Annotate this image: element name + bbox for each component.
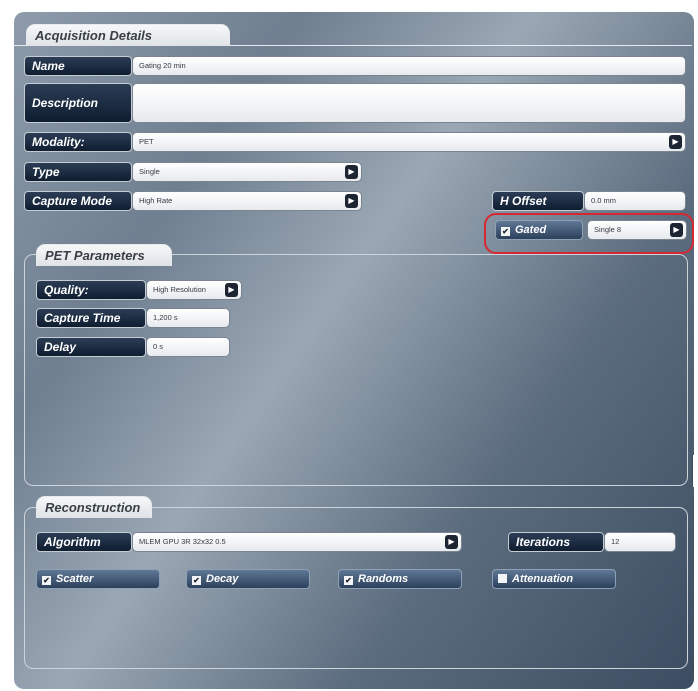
dropdown-arrow-icon[interactable]: ▶ xyxy=(670,223,683,237)
capture-mode-select[interactable]: High Rate ▶ xyxy=(132,191,362,211)
algorithm-select[interactable]: MLEM GPU 3R 32x32 0.5 ▶ xyxy=(132,532,462,552)
modality-label: Modality: xyxy=(24,132,132,152)
name-label: Name xyxy=(24,56,132,76)
decay-checkbox[interactable]: ✔ Decay xyxy=(186,569,310,589)
iterations-label: Iterations xyxy=(508,532,604,552)
capture-mode-value: High Rate xyxy=(139,196,173,205)
randoms-label: Randoms xyxy=(358,573,409,585)
capture-time-label: Capture Time xyxy=(36,308,146,328)
capture-time-field[interactable]: 1,200 s xyxy=(146,308,230,328)
scatter-checkbox[interactable]: ✔ Scatter xyxy=(36,569,160,589)
type-select[interactable]: Single ▶ xyxy=(132,162,362,182)
iterations-field[interactable]: 12 xyxy=(604,532,676,552)
dropdown-arrow-icon[interactable]: ▶ xyxy=(345,165,358,179)
name-field[interactable]: Gating 20 min xyxy=(132,56,686,76)
description-field[interactable] xyxy=(132,83,686,123)
reconstruction-tab: Reconstruction xyxy=(36,496,152,518)
algorithm-value: MLEM GPU 3R 32x32 0.5 xyxy=(139,537,226,546)
attenuation-label: Attenuation xyxy=(512,573,574,585)
decay-label: Decay xyxy=(206,573,239,585)
delay-field[interactable]: 0 s xyxy=(146,337,230,357)
gated-value: Single 8 xyxy=(594,225,622,234)
randoms-checkbox[interactable]: ✔ Randoms xyxy=(338,569,462,589)
header-divider xyxy=(230,45,692,46)
modality-select[interactable]: PET ▶ xyxy=(132,132,686,152)
algorithm-label: Algorithm xyxy=(36,532,132,552)
checkbox-checked-icon: ✔ xyxy=(344,576,353,585)
gated-label: Gated xyxy=(515,224,547,236)
dropdown-arrow-icon[interactable]: ▶ xyxy=(445,535,458,549)
quality-value: High Resolution xyxy=(153,285,206,294)
checkbox-checked-icon: ✔ xyxy=(42,576,51,585)
quality-select[interactable]: High Resolution ▶ xyxy=(146,280,242,300)
gated-select[interactable]: Single 8 ▶ xyxy=(587,220,687,240)
description-label: Description xyxy=(24,83,132,123)
attenuation-checkbox[interactable]: Attenuation xyxy=(492,569,616,589)
checkbox-checked-icon: ✔ xyxy=(192,576,201,585)
modality-value: PET xyxy=(139,137,154,146)
type-value: Single xyxy=(139,167,160,176)
checkbox-unchecked-icon xyxy=(498,574,507,583)
pet-parameters-tab: PET Parameters xyxy=(36,244,172,266)
type-label: Type xyxy=(24,162,132,182)
h-offset-field[interactable]: 0.0 mm xyxy=(584,191,686,211)
acquisition-details-tab: Acquisition Details xyxy=(26,24,230,46)
checkbox-checked-icon: ✔ xyxy=(501,227,510,236)
dropdown-arrow-icon[interactable]: ▶ xyxy=(669,135,682,149)
acquisition-panel: Acquisition Details Name Gating 20 min D… xyxy=(14,12,694,689)
delay-label: Delay xyxy=(36,337,146,357)
dropdown-arrow-icon[interactable]: ▶ xyxy=(225,283,238,297)
dropdown-arrow-icon[interactable]: ▶ xyxy=(345,194,358,208)
header-divider-left xyxy=(14,45,28,46)
panel-edge-handle xyxy=(692,455,698,487)
scatter-label: Scatter xyxy=(56,573,94,585)
quality-label: Quality: xyxy=(36,280,146,300)
capture-mode-label: Capture Mode xyxy=(24,191,132,211)
h-offset-label: H Offset xyxy=(492,191,584,211)
gated-checkbox[interactable]: ✔ Gated xyxy=(495,220,583,240)
